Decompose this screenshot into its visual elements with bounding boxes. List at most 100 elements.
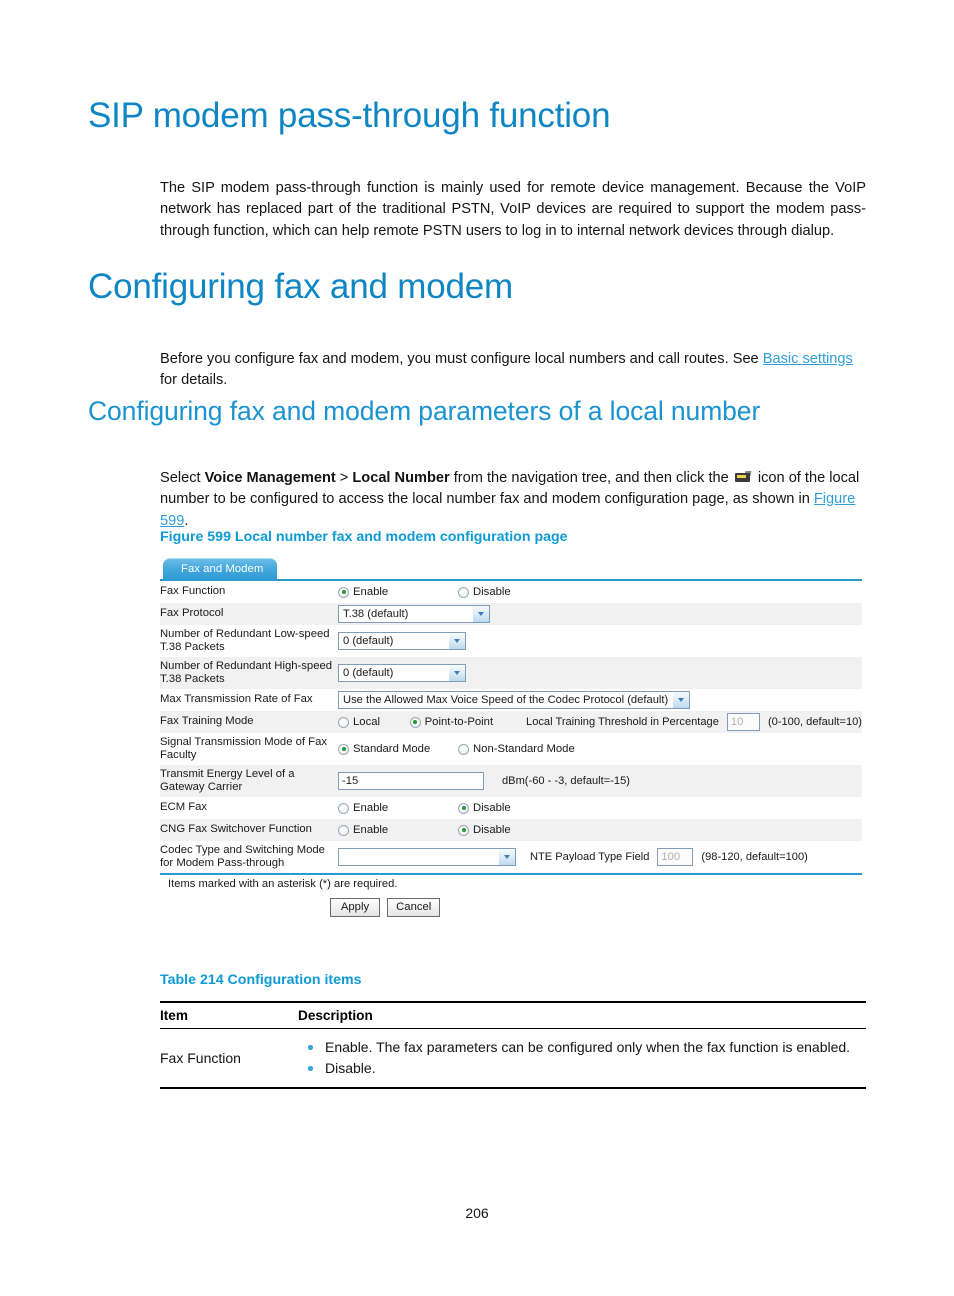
radio-dot-icon xyxy=(409,716,421,728)
hint-local-training-threshold: (0-100, default=10) xyxy=(767,716,863,728)
cancel-button[interactable]: Cancel xyxy=(387,898,441,917)
codec-modem-controls: NTE Payload Type Field 100 (98-120, defa… xyxy=(338,848,862,866)
radio-group-cng-switchover: Enable Disable xyxy=(338,824,862,836)
control-fax-training-mode: Local Point-to-Point Local Training Thre… xyxy=(338,711,862,733)
tab-fax-and-modem[interactable]: Fax and Modem xyxy=(163,558,278,581)
row-fax-function: Fax Function Enable Disable xyxy=(160,581,862,603)
radio-circle-icon xyxy=(458,586,469,598)
radio-label-standard-mode: Standard Mode xyxy=(353,743,431,755)
document-page: SIP modem pass-through function The SIP … xyxy=(0,0,954,1296)
heading-fax-modem-params: Configuring fax and modem parameters of … xyxy=(88,396,761,426)
radio-fax-function-disable[interactable]: Disable xyxy=(458,586,511,598)
paragraph-before-configure: Before you configure fax and modem, you … xyxy=(160,349,866,392)
embedded-screenshot-figure-599: Fax and Modem Fax Function Enable Disabl… xyxy=(160,558,862,921)
radio-circle-icon xyxy=(338,716,349,728)
input-nte-payload-type[interactable]: 100 xyxy=(657,848,694,866)
column-header-item: Item xyxy=(160,1001,298,1029)
list-item: Disable. xyxy=(298,1058,866,1079)
chevron-down-icon xyxy=(448,633,465,649)
radio-signal-standard-mode[interactable]: Standard Mode xyxy=(338,743,458,755)
hint-nte-payload-type: (98-120, default=100) xyxy=(701,851,808,863)
hint-transmit-energy-level: dBm(-60 - -3, default=-15) xyxy=(502,775,630,787)
control-fax-protocol: T.38 (default) xyxy=(338,603,862,625)
row-codec-modem-passthrough: Codec Type and Switching Mode for Modem … xyxy=(160,841,862,873)
radio-training-local[interactable]: Local xyxy=(338,716,410,728)
row-fax-training-mode: Fax Training Mode Local Point-to-Point L… xyxy=(160,711,862,733)
radio-training-point-to-point[interactable]: Point-to-Point xyxy=(409,716,526,728)
radio-label-enable: Enable xyxy=(353,802,389,814)
nav-voice-management: Voice Management xyxy=(204,469,336,486)
select-max-rate-value: Use the Allowed Max Voice Speed of the C… xyxy=(343,694,669,706)
radio-circle-icon xyxy=(458,743,469,755)
heading-configuring-fax-modem: Configuring fax and modem xyxy=(88,267,513,306)
select-redundant-high-speed[interactable]: 0 (default) xyxy=(338,664,466,682)
radio-label-enable: Enable xyxy=(353,824,389,836)
apply-button[interactable]: Apply xyxy=(330,898,380,917)
row-signal-transmission-mode: Signal Transmission Mode of Fax Faculty … xyxy=(160,733,862,765)
radio-circle-icon xyxy=(338,802,349,814)
table-214-body: Fax Function Enable. The fax parameters … xyxy=(160,1028,866,1089)
control-max-transmission-rate: Use the Allowed Max Voice Speed of the C… xyxy=(338,689,862,711)
paragraph-select-sep: > xyxy=(335,469,353,486)
select-fax-protocol[interactable]: T.38 (default) xyxy=(338,605,490,623)
radio-cng-enable[interactable]: Enable xyxy=(338,824,458,836)
label-nte-payload-type: NTE Payload Type Field xyxy=(530,851,650,863)
row-cng-fax-switchover: CNG Fax Switchover Function Enable Disab… xyxy=(160,819,862,841)
radio-label-non-standard-mode: Non-Standard Mode xyxy=(473,743,575,755)
paragraph-sip-intro-text: The SIP modem pass-through function is m… xyxy=(160,179,866,239)
radio-label-local: Local xyxy=(353,716,381,728)
cell-item-fax-function: Fax Function xyxy=(160,1028,298,1089)
page-number: 206 xyxy=(465,1205,489,1221)
link-basic-settings[interactable]: Basic settings xyxy=(763,351,853,367)
control-ecm-fax: Enable Disable xyxy=(338,797,862,819)
control-redundant-high-speed: 0 (default) xyxy=(338,657,862,689)
row-transmit-energy-level: Transmit Energy Level of a Gateway Carri… xyxy=(160,765,862,797)
label-ecm-fax: ECM Fax xyxy=(160,801,208,814)
select-codec-modem-passthrough[interactable] xyxy=(338,848,516,866)
radio-group-fax-function: Enable Disable xyxy=(338,586,862,598)
label-transmit-energy-level: Transmit Energy Level of a Gateway Carri… xyxy=(160,767,295,794)
paragraph-before-text-a: Before you configure fax and modem, you … xyxy=(160,350,763,367)
tab-strip-underline xyxy=(160,579,862,581)
radio-fax-function-enable[interactable]: Enable xyxy=(338,586,458,598)
label-local-training-threshold: Local Training Threshold in Percentage xyxy=(526,716,719,728)
select-redundant-low-speed[interactable]: 0 (default) xyxy=(338,632,466,650)
transmit-energy-controls: -15 dBm(-60 - -3, default=-15) xyxy=(338,772,862,790)
paragraph-select-period: . xyxy=(184,512,189,529)
radio-ecm-fax-enable[interactable]: Enable xyxy=(338,802,458,814)
input-local-training-threshold[interactable]: 10 xyxy=(726,713,760,731)
label-redundant-high-speed: Number of Redundant High-speed T.38 Pack… xyxy=(160,659,333,686)
radio-cng-disable[interactable]: Disable xyxy=(458,824,511,836)
radio-dot-icon xyxy=(458,824,469,836)
radio-label-disable: Disable xyxy=(473,586,511,598)
label-max-transmission-rate: Max Transmission Rate of Fax xyxy=(160,693,313,706)
radio-ecm-fax-disable[interactable]: Disable xyxy=(458,802,511,814)
paragraph-select-text-b: from the navigation tree, and then click… xyxy=(449,469,733,486)
form-button-row: Apply Cancel xyxy=(160,890,862,921)
chevron-down-icon xyxy=(448,665,465,681)
list-item: Enable. The fax parameters can be config… xyxy=(298,1037,866,1058)
row-max-transmission-rate: Max Transmission Rate of Fax Use the All… xyxy=(160,689,862,711)
row-redundant-low: Number of Redundant Low-speed T.38 Packe… xyxy=(160,625,862,657)
fax-machine-icon xyxy=(734,470,752,483)
description-bullet-list: Enable. The fax parameters can be config… xyxy=(298,1037,866,1079)
select-max-transmission-rate[interactable]: Use the Allowed Max Voice Speed of the C… xyxy=(338,691,690,709)
paragraph-select-path: Select Voice Management > Local Number f… xyxy=(160,468,866,533)
table-214-configuration-items: Item Description Fax Function Enable. Th… xyxy=(160,1001,866,1089)
column-header-description: Description xyxy=(298,1001,866,1029)
nav-local-number: Local Number xyxy=(352,469,450,486)
table-header-row: Item Description xyxy=(160,1001,866,1029)
control-redundant-low-speed: 0 (default) xyxy=(338,625,862,657)
radio-label-disable: Disable xyxy=(473,824,511,836)
input-transmit-energy-level[interactable]: -15 xyxy=(338,772,484,790)
required-items-note: Items marked with an asterisk (*) are re… xyxy=(168,878,398,890)
radio-dot-icon xyxy=(338,586,349,598)
radio-dot-icon xyxy=(338,743,349,755)
heading-sip-modem: SIP modem pass-through function xyxy=(88,96,611,135)
radio-group-ecm-fax: Enable Disable xyxy=(338,802,862,814)
chevron-down-icon xyxy=(498,849,515,865)
select-redundant-low-value: 0 (default) xyxy=(343,635,394,647)
paragraph-sip-intro: The SIP modem pass-through function is m… xyxy=(160,178,866,243)
radio-signal-non-standard-mode[interactable]: Non-Standard Mode xyxy=(458,743,575,755)
control-codec-modem-passthrough: NTE Payload Type Field 100 (98-120, defa… xyxy=(338,841,862,873)
